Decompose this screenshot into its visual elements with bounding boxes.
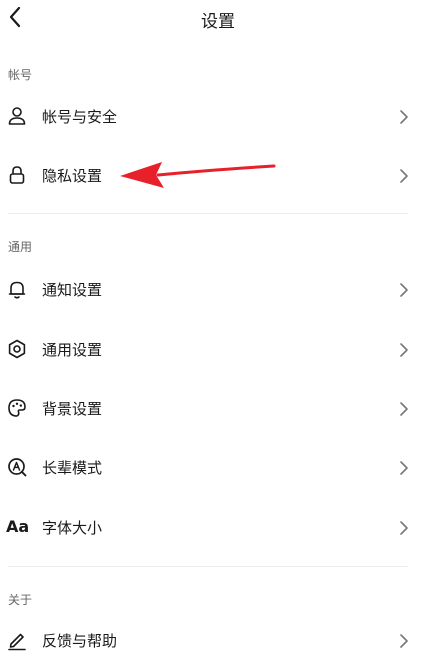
bell-icon bbox=[6, 278, 28, 300]
lock-icon bbox=[6, 164, 28, 186]
section-divider bbox=[8, 213, 408, 214]
settings-item-feedback-help[interactable]: 反馈与帮助 bbox=[0, 621, 436, 661]
settings-item-background[interactable]: 背景设置 bbox=[0, 389, 436, 429]
page-title: 设置 bbox=[201, 12, 235, 32]
person-icon bbox=[6, 105, 28, 127]
settings-item-notifications[interactable]: 通知设置 bbox=[0, 270, 436, 310]
gear-icon bbox=[6, 338, 28, 360]
settings-item-label: 帐号与安全 bbox=[42, 108, 118, 126]
annotation-arrow bbox=[120, 162, 276, 188]
settings-item-label: 字体大小 bbox=[42, 519, 103, 537]
chevron-right-icon bbox=[398, 109, 410, 125]
chevron-right-icon bbox=[398, 633, 410, 649]
elder-mode-icon bbox=[6, 456, 28, 478]
settings-item-label: 反馈与帮助 bbox=[42, 632, 118, 650]
chevron-right-icon bbox=[398, 401, 410, 417]
section-label-about: 关于 bbox=[8, 593, 33, 607]
chevron-right-icon bbox=[398, 168, 410, 184]
chevron-right-icon bbox=[398, 282, 410, 298]
settings-item-font-size[interactable]: Aa 字体大小 bbox=[0, 508, 436, 548]
settings-item-label: 通用设置 bbox=[42, 341, 103, 359]
header-bar: 设置 bbox=[0, 0, 436, 36]
settings-item-general[interactable]: 通用设置 bbox=[0, 330, 436, 370]
section-label-general: 通用 bbox=[8, 240, 33, 254]
settings-item-account-security[interactable]: 帐号与安全 bbox=[0, 97, 436, 137]
section-divider bbox=[8, 566, 408, 567]
chevron-right-icon bbox=[398, 342, 410, 358]
settings-item-label: 背景设置 bbox=[42, 400, 103, 418]
chevron-right-icon bbox=[398, 520, 410, 536]
palette-icon bbox=[6, 397, 28, 419]
font-size-icon: Aa bbox=[6, 517, 30, 536]
settings-item-label: 长辈模式 bbox=[42, 459, 103, 477]
settings-item-label: 隐私设置 bbox=[42, 167, 103, 185]
settings-item-elder-mode[interactable]: 长辈模式 bbox=[0, 448, 436, 488]
settings-item-label: 通知设置 bbox=[42, 281, 103, 299]
chevron-right-icon bbox=[398, 460, 410, 476]
pencil-icon bbox=[6, 629, 28, 651]
section-label-account: 帐号 bbox=[8, 68, 33, 82]
